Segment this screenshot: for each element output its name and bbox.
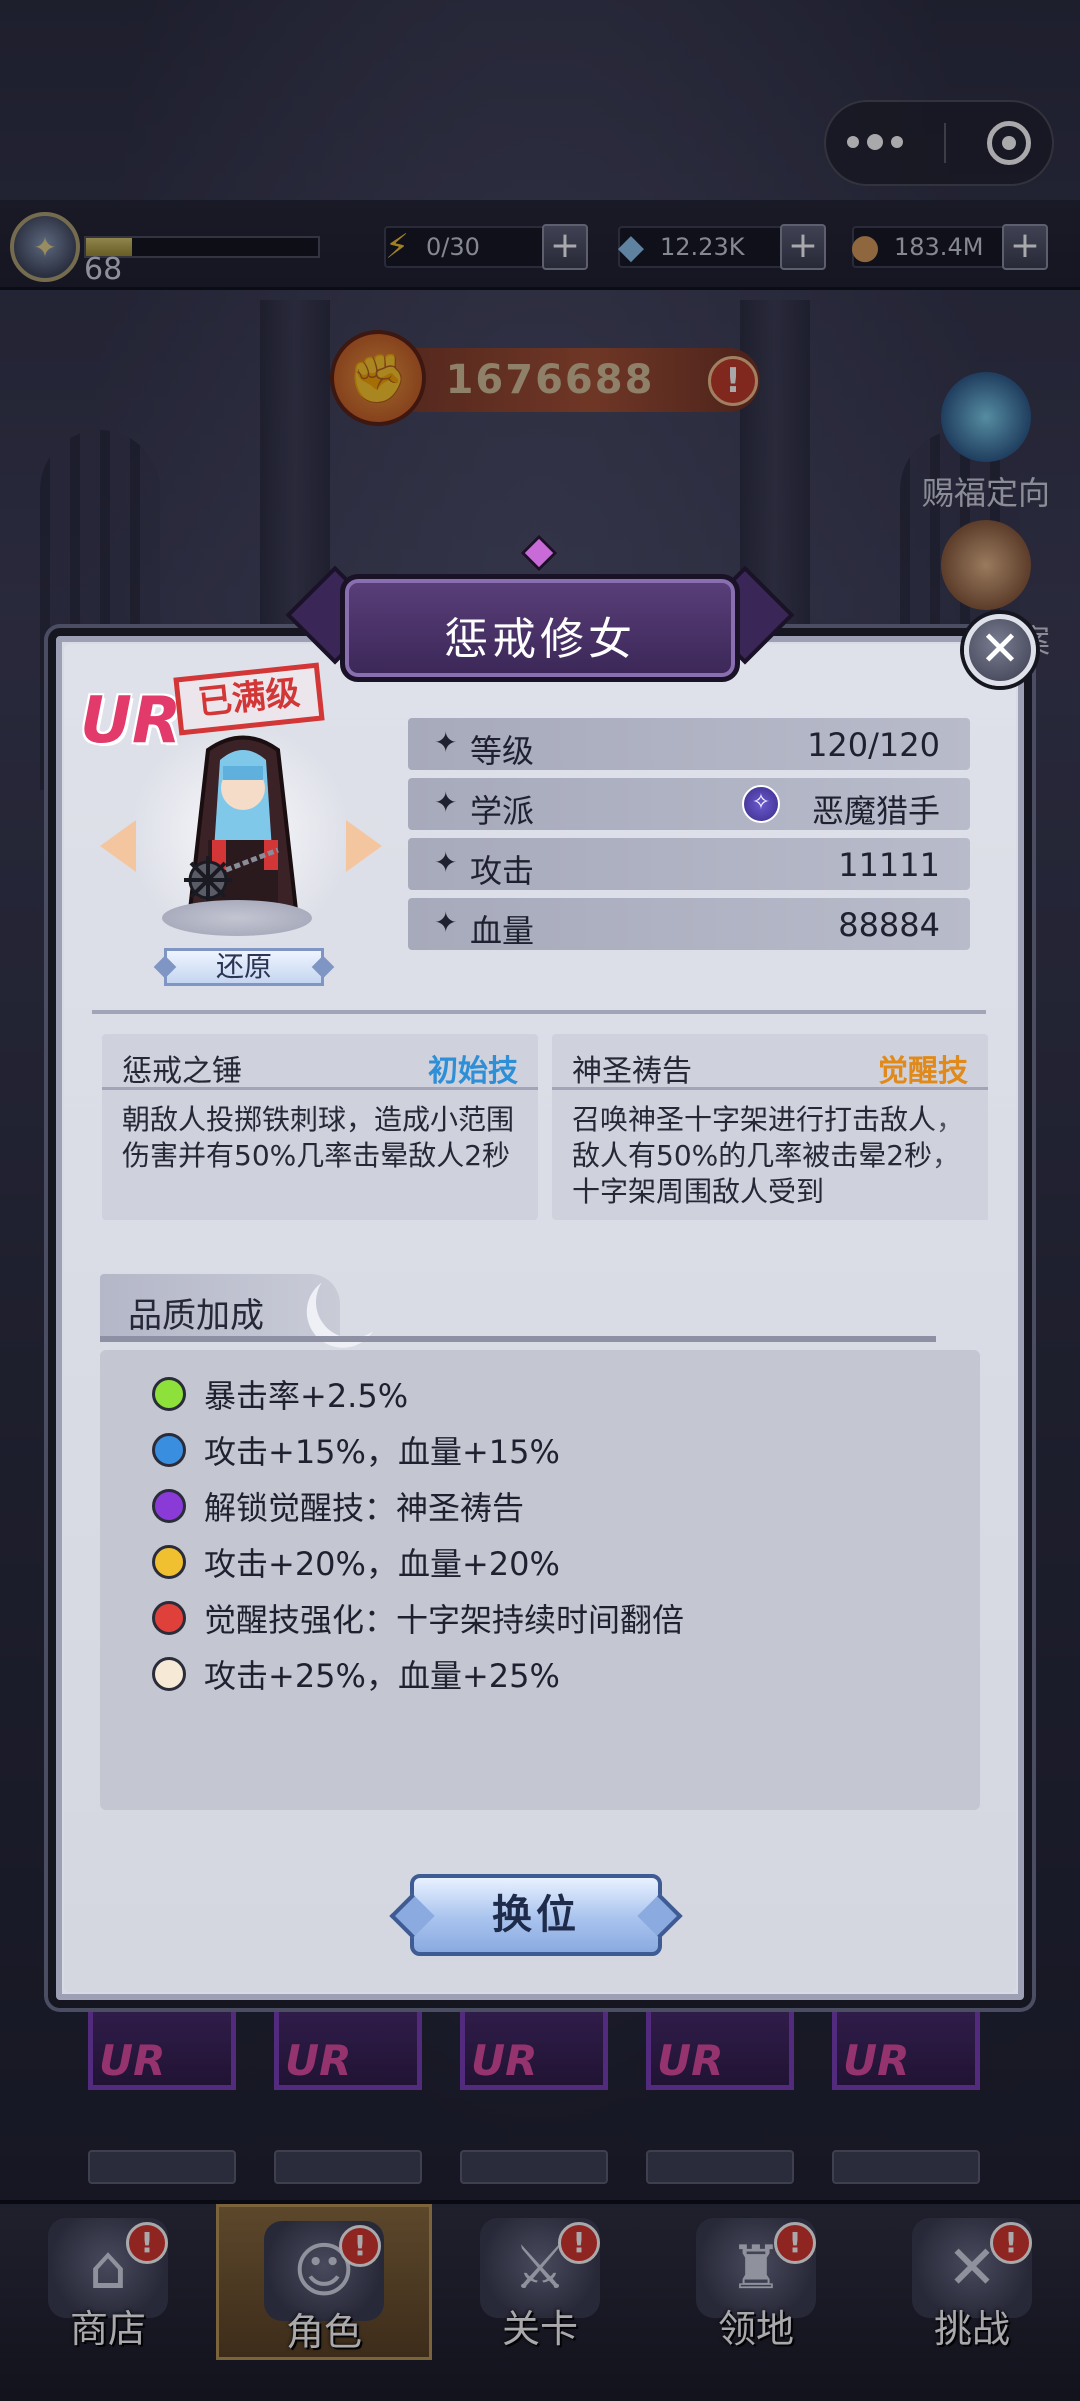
stat-label: 血量 <box>470 912 535 950</box>
swap-position-button[interactable]: 换位 <box>410 1874 662 1956</box>
quality-text: 暴击率+2.5% <box>204 1377 409 1415</box>
skill-description: 朝敌人投掷铁刺球，造成小范围伤害并有50%几率击晕敌人2秒 <box>122 1103 515 1172</box>
quality-item: 攻击+25%，血量+25% <box>152 1652 560 1696</box>
demon-hunter-icon: ✧ <box>742 785 780 823</box>
stat-label: 等级 <box>470 732 535 770</box>
close-button[interactable]: ✕ <box>964 614 1036 686</box>
stat-value: 120/120 <box>807 726 940 764</box>
text-fade <box>928 1090 988 1220</box>
quality-dot-icon <box>152 1601 186 1635</box>
stat-school: ✦ 学派 ✧ 恶魔猎手 <box>408 778 970 830</box>
sparkle-icon: ✦ <box>434 846 458 879</box>
quality-underline <box>100 1336 936 1342</box>
sparkle-icon: ✦ <box>434 786 458 819</box>
skill-name: 惩戒之锤 <box>122 1054 242 1089</box>
quality-dot-icon <box>152 1377 186 1411</box>
previous-hero-arrow-icon[interactable] <box>100 820 136 872</box>
quality-text: 攻击+25%，血量+25% <box>204 1657 560 1695</box>
stat-attack: ✦ 攻击 11111 <box>408 838 970 890</box>
quality-text: 觉醒技强化：十字架持续时间翻倍 <box>204 1601 685 1639</box>
sparkle-icon: ✦ <box>434 906 458 939</box>
quality-title: 品质加成 <box>128 1296 264 1336</box>
stat-level: ✦ 等级 120/120 <box>408 718 970 770</box>
quality-dot-icon <box>152 1433 186 1467</box>
quality-dot-icon <box>152 1657 186 1691</box>
skill-awakening[interactable]: 神圣祷告 觉醒技 召唤神圣十字架进行打击敌人，敌人有50%的几率被击晕2秒，十字… <box>552 1034 988 1220</box>
quality-text: 攻击+15%，血量+15% <box>204 1433 560 1471</box>
skill-initial[interactable]: 惩戒之锤 初始技 朝敌人投掷铁刺球，造成小范围伤害并有50%几率击晕敌人2秒 <box>102 1034 538 1220</box>
section-divider <box>92 1010 986 1014</box>
quality-item: 解锁觉醒技：神圣祷告 <box>152 1484 524 1528</box>
hero-name: 惩戒修女 <box>444 614 636 665</box>
rarity-badge: UR <box>80 684 182 758</box>
quality-item: 觉醒技强化：十字架持续时间翻倍 <box>152 1596 684 1640</box>
stat-hp: ✦ 血量 88884 <box>408 898 970 950</box>
skill-tag: 觉醒技 <box>878 1054 968 1089</box>
quality-dot-icon <box>152 1545 186 1579</box>
stat-label: 学派 <box>470 792 535 830</box>
skill-description: 召唤神圣十字架进行打击敌人，敌人有50%的几率被击晕2秒，十字架周围敌人受到 <box>572 1103 965 1208</box>
quality-item: 攻击+15%，血量+15% <box>152 1428 560 1472</box>
quality-item: 暴击率+2.5% <box>152 1372 408 1416</box>
stat-value: 88884 <box>838 906 940 944</box>
title-plate: 惩戒修女 <box>340 574 740 682</box>
skill-name: 神圣祷告 <box>572 1054 692 1089</box>
hero-pedestal <box>162 900 312 936</box>
quality-text: 解锁觉醒技：神圣祷告 <box>204 1489 525 1527</box>
restore-button[interactable]: 还原 <box>164 948 324 986</box>
stat-label: 攻击 <box>470 852 535 890</box>
sparkle-icon: ✦ <box>434 726 458 759</box>
stat-value: 11111 <box>838 846 940 884</box>
quality-item: 攻击+20%，血量+20% <box>152 1540 560 1584</box>
quality-text: 攻击+20%，血量+20% <box>204 1545 560 1583</box>
next-hero-arrow-icon[interactable] <box>346 820 382 872</box>
skill-tag: 初始技 <box>428 1054 518 1089</box>
stat-value: 恶魔猎手 <box>811 792 940 830</box>
quality-dot-icon <box>152 1489 186 1523</box>
